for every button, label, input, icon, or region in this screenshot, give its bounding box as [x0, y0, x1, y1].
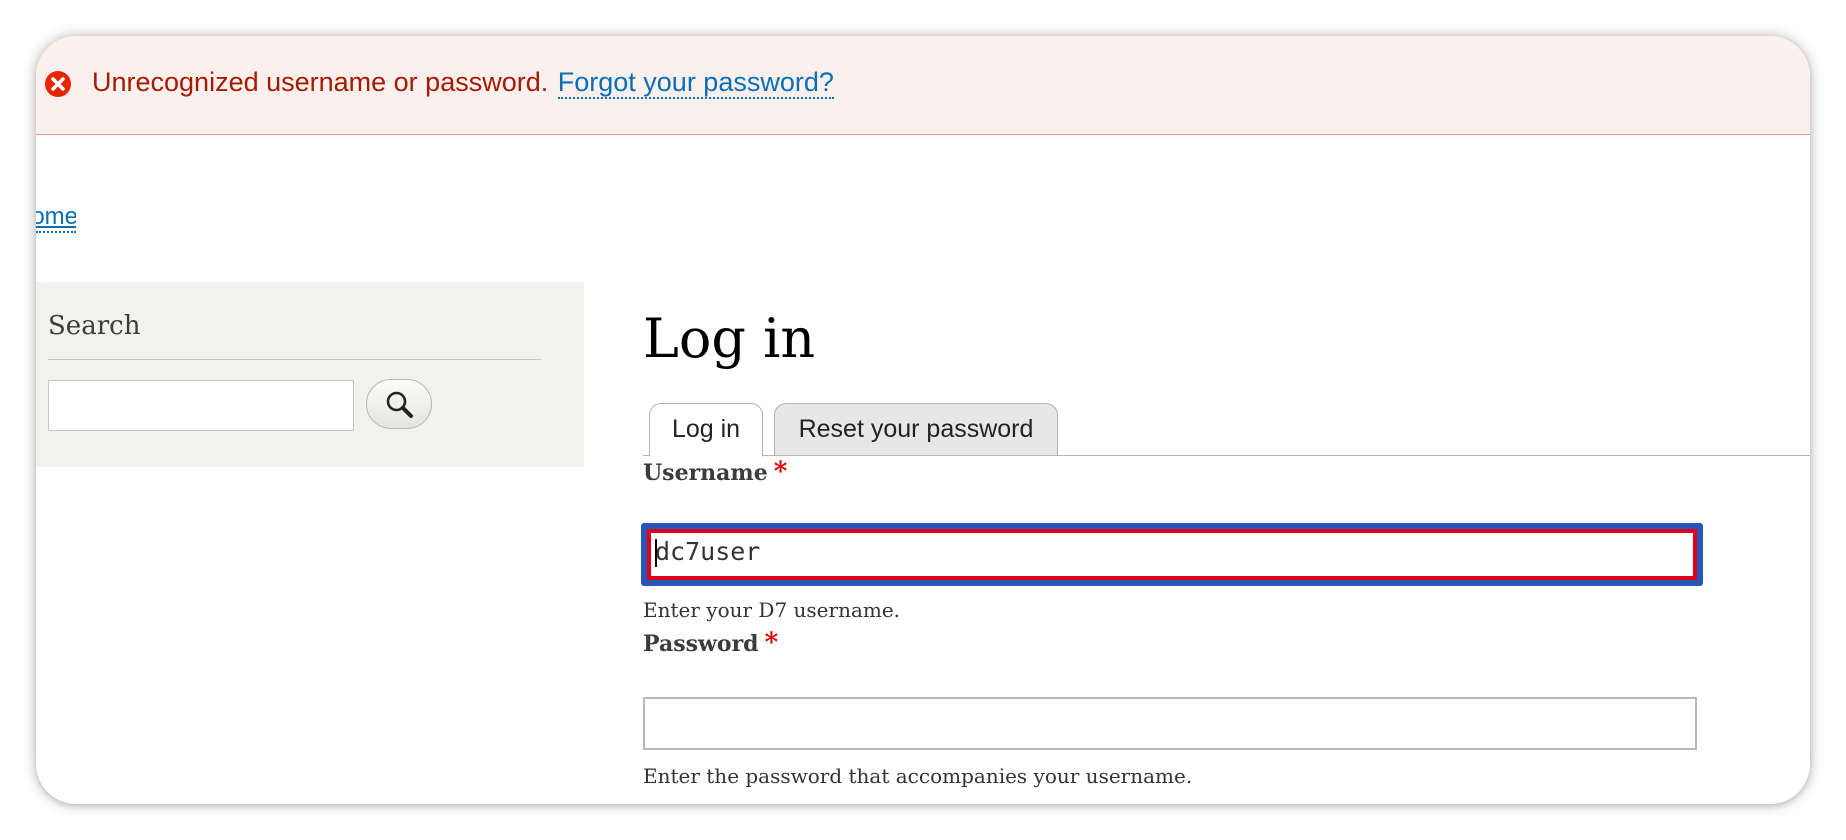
error-message-banner: Unrecognized username or password. Forgo…	[36, 36, 1810, 135]
tab-reset-password[interactable]: Reset your password	[774, 403, 1058, 455]
magnifier-icon	[386, 391, 413, 418]
error-circle-x-icon	[45, 71, 71, 97]
username-label-text: Username	[643, 460, 768, 486]
username-field[interactable]: dc7user	[641, 523, 1703, 586]
search-block-title: Search	[48, 311, 141, 341]
password-field[interactable]	[643, 697, 1697, 750]
username-field-value[interactable]: dc7user	[655, 537, 760, 567]
search-block-divider	[48, 359, 541, 360]
tabs-baseline	[643, 455, 1810, 456]
page-title: Log in	[643, 307, 816, 370]
password-label-text: Password	[643, 631, 759, 657]
password-description: Enter the password that accompanies your…	[643, 764, 1193, 788]
password-label: Password *	[643, 629, 778, 658]
tab-log-in[interactable]: Log in	[649, 403, 763, 457]
search-button[interactable]	[366, 379, 432, 429]
error-message-text-wrapper: Unrecognized username or password. Forgo…	[92, 65, 834, 99]
forgot-password-link[interactable]: Forgot your password?	[557, 67, 834, 99]
required-marker: *	[764, 628, 779, 658]
required-marker: *	[773, 457, 788, 487]
breadcrumb-home-link[interactable]: Home	[36, 203, 76, 233]
error-message-text: Unrecognized username or password.	[92, 67, 549, 97]
username-description: Enter your D7 username.	[643, 598, 901, 622]
search-input[interactable]	[48, 380, 354, 431]
username-field-error-border	[647, 529, 1697, 580]
search-block: Search	[36, 282, 584, 467]
username-label: Username *	[643, 458, 787, 487]
browser-window: Unrecognized username or password. Forgo…	[36, 36, 1810, 804]
text-caret	[655, 539, 657, 567]
